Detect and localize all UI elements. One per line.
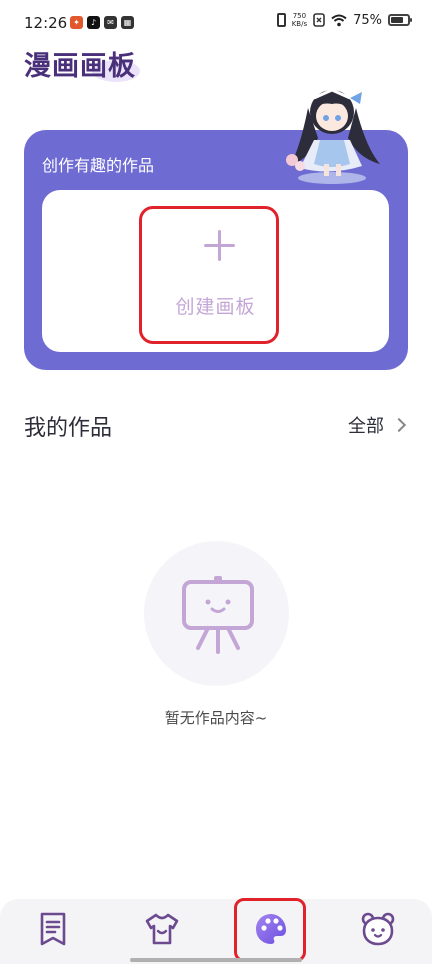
my-works-title: 我的作品 — [24, 416, 113, 441]
notification-icons: ✦ ♪ ✉ ▦ — [70, 16, 134, 29]
mail-icon: ✉ — [104, 16, 117, 29]
app-title: 漫画画板 — [24, 51, 136, 82]
wifi-icon — [331, 14, 347, 26]
chevron-right-icon — [391, 417, 407, 433]
status-time: 12:26 — [24, 14, 68, 32]
battery-icon — [388, 14, 412, 26]
bear-icon[interactable] — [360, 911, 396, 947]
sim-icon — [313, 13, 325, 27]
status-bar: 12:26 ✦ ♪ ✉ ▦ 750 KB/s 75% — [0, 0, 432, 50]
bottom-nav — [0, 899, 432, 964]
vibrate-icon — [276, 13, 286, 27]
book-icon[interactable] — [35, 911, 71, 947]
home-indicator[interactable] — [130, 958, 302, 962]
battery-percent: 75% — [353, 12, 382, 28]
empty-state-text: 暂无作品内容~ — [164, 709, 268, 727]
create-board-highlight — [139, 206, 279, 344]
shirt-icon[interactable] — [144, 911, 180, 947]
status-right: 750 KB/s 75% — [276, 12, 412, 28]
app-notification-icon: ✦ — [70, 16, 83, 29]
hero-label: 创作有趣的作品 — [42, 156, 155, 175]
calendar-icon: ▦ — [121, 16, 134, 29]
mascot-illustration — [286, 88, 380, 184]
network-speed: 750 KB/s — [291, 12, 308, 28]
palette-tab-highlight — [234, 898, 306, 962]
tiktok-icon: ♪ — [87, 16, 100, 29]
all-works-label: 全部 — [348, 416, 384, 437]
easel-board-icon — [182, 576, 254, 654]
all-works-link[interactable]: 全部 — [348, 412, 407, 438]
